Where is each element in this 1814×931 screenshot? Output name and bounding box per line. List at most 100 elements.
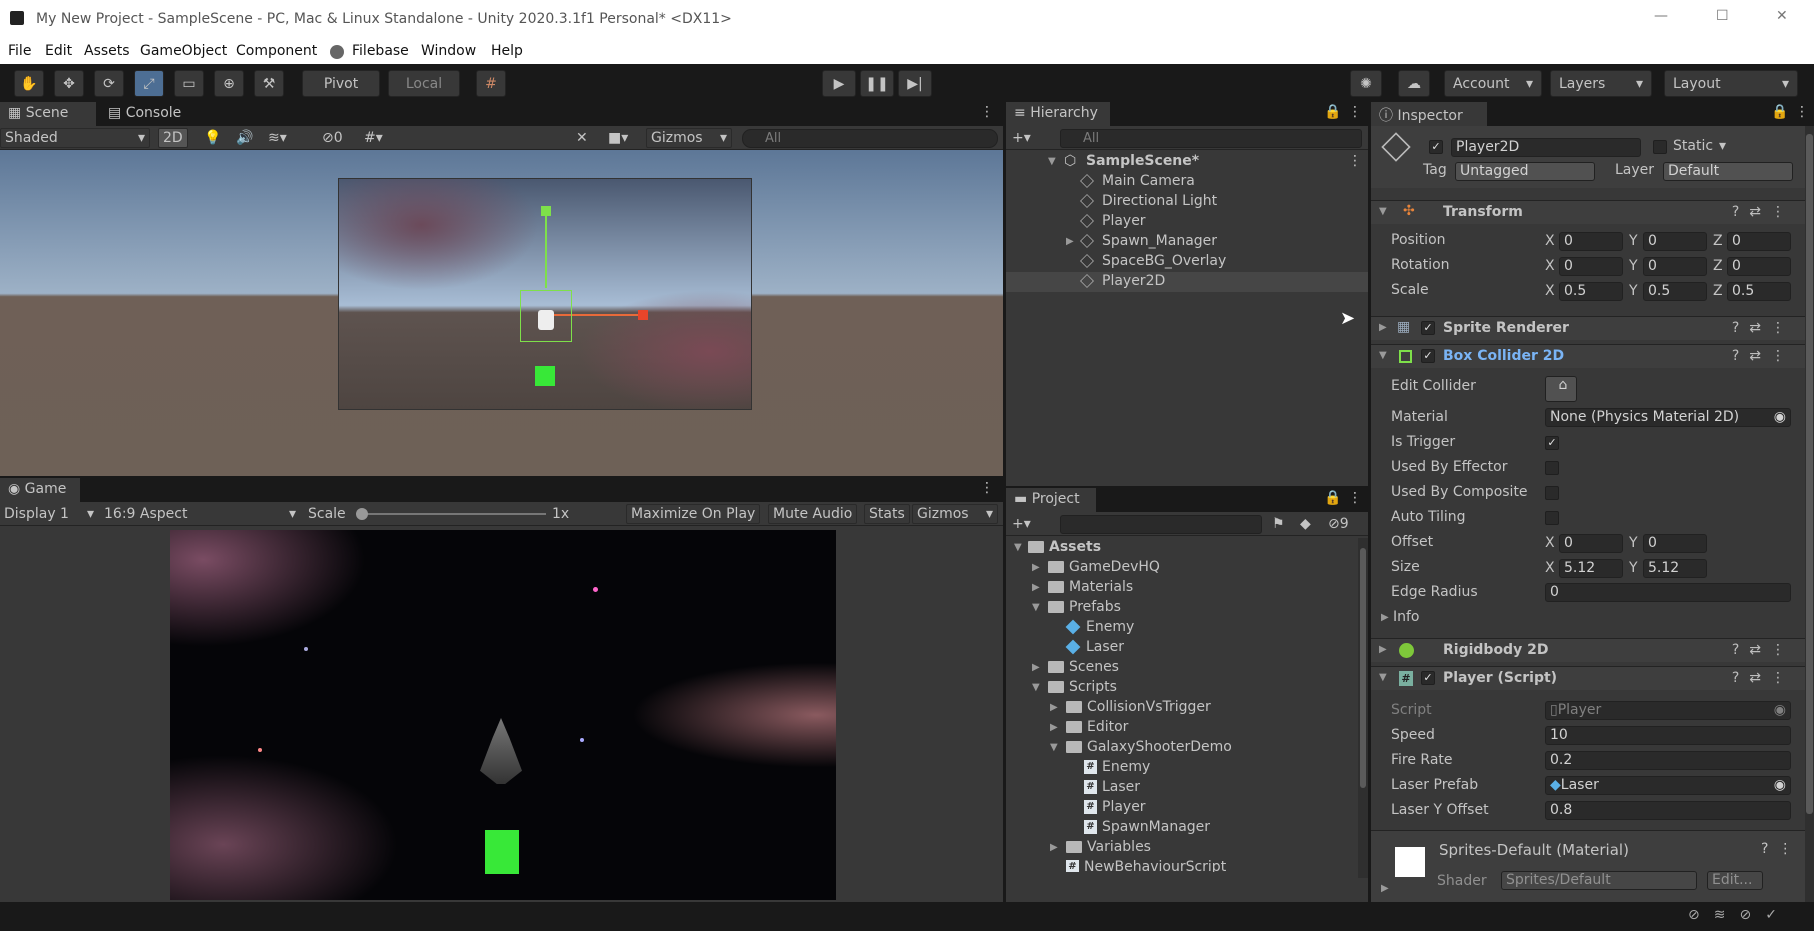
gizmos-dropdown[interactable]: Gizmos ▾ xyxy=(646,128,732,148)
player-script-enabled-checkbox[interactable]: ✓ xyxy=(1421,671,1435,685)
expand-arrow-icon[interactable]: ▶ xyxy=(1032,562,1040,573)
add-button[interactable]: +▾ xyxy=(1008,128,1035,148)
grid-snap-icon[interactable]: # xyxy=(476,70,506,97)
box-collider-enabled-checkbox[interactable]: ✓ xyxy=(1421,349,1435,363)
expand-arrow-icon[interactable]: ▶ xyxy=(1379,644,1387,655)
account-dropdown[interactable]: Account ▾ xyxy=(1444,70,1542,97)
scene-root-row[interactable]: ▼ ⬡ SampleScene* ⋮ xyxy=(1006,152,1368,172)
material-actions-icon[interactable]: ?⋮ xyxy=(1761,841,1802,857)
project-item[interactable]: # NewBehaviourScript xyxy=(1006,858,1358,872)
menu-filebase[interactable]: Filebase xyxy=(352,43,409,59)
offset-x-field[interactable]: 0 xyxy=(1559,534,1623,553)
laser-prefab-field[interactable]: ◆Laser ◉ xyxy=(1545,776,1791,795)
expand-arrow-icon[interactable]: ▶ xyxy=(1379,322,1387,333)
project-search-input[interactable] xyxy=(1060,515,1262,534)
hierarchy-search-input[interactable]: All xyxy=(1060,129,1362,148)
expand-arrow-icon[interactable]: ▼ xyxy=(1032,602,1040,613)
edge-radius-field[interactable]: 0 xyxy=(1545,583,1791,602)
project-item[interactable]: ▼ Scripts xyxy=(1006,678,1358,698)
mute-audio-toggle[interactable]: Mute Audio xyxy=(768,504,858,524)
component-actions-icon[interactable]: ?⇄⋮ xyxy=(1732,670,1795,686)
2d-toggle[interactable]: 2D xyxy=(158,128,188,148)
lighting-icon[interactable]: 💡 xyxy=(200,128,226,148)
project-item[interactable]: # Laser xyxy=(1006,778,1358,798)
is-trigger-checkbox[interactable]: ✓ xyxy=(1545,436,1559,450)
audio-icon[interactable]: 🔊 xyxy=(232,128,258,148)
play-button[interactable]: ▶ xyxy=(822,70,856,97)
more-options-icon[interactable]: ⋮ xyxy=(980,104,994,120)
effects-icon[interactable]: ≋▾ xyxy=(264,128,291,148)
project-item[interactable]: ▶ Materials xyxy=(1006,578,1358,598)
menu-component[interactable]: Component xyxy=(236,43,317,59)
layout-dropdown[interactable]: Layout ▾ xyxy=(1664,70,1798,97)
sprite-renderer-enabled-checkbox[interactable]: ✓ xyxy=(1421,321,1435,335)
rotation-z-field[interactable]: 0 xyxy=(1727,257,1791,276)
local-toggle[interactable]: Local xyxy=(388,70,460,97)
object-picker-icon[interactable]: ◉ xyxy=(1774,777,1786,794)
object-picker-icon[interactable]: ◉ xyxy=(1774,409,1786,426)
game-viewport[interactable] xyxy=(0,526,1003,902)
display-dropdown[interactable]: Display 1 ▾ xyxy=(0,504,98,524)
project-item[interactable]: ▶ Variables xyxy=(1006,838,1358,858)
info-row[interactable]: ▶ Info xyxy=(1371,607,1750,629)
tab-project[interactable]: ▬ Project xyxy=(1006,488,1096,512)
expand-arrow-icon[interactable]: ▼ xyxy=(1032,682,1040,693)
maximize-on-play-toggle[interactable]: Maximize On Play xyxy=(626,504,761,524)
scrollbar-thumb[interactable] xyxy=(1360,548,1366,788)
expand-arrow-icon[interactable]: ▶ xyxy=(1032,662,1040,673)
hierarchy-item-selected[interactable]: Player2D xyxy=(1006,272,1368,292)
lock-icon[interactable]: 🔒 xyxy=(1324,104,1341,120)
expand-arrow-icon[interactable]: ▶ xyxy=(1032,582,1040,593)
edit-shader-button[interactable]: Edit... xyxy=(1707,871,1763,890)
stats-toggle[interactable]: Stats xyxy=(864,504,910,524)
collab-icon[interactable]: ✺ xyxy=(1350,70,1382,97)
sprite-renderer-header[interactable]: ▶ ▦ ✓ Sprite Renderer ?⇄⋮ xyxy=(1371,316,1805,340)
hidden-objects-icon[interactable]: ⊘ 0 xyxy=(318,128,347,148)
scale-z-field[interactable]: 0.5 xyxy=(1727,282,1791,301)
hidden-packages-icon[interactable]: ⊘ 9 xyxy=(1324,514,1353,534)
expand-arrow-icon[interactable]: ▶ xyxy=(1381,612,1389,623)
menu-help[interactable]: Help xyxy=(491,43,523,59)
transform-header[interactable]: ▼ ✣ Transform ?⇄⋮ xyxy=(1371,200,1805,224)
aspect-dropdown[interactable]: 16:9 Aspect ▾ xyxy=(100,504,300,524)
project-item[interactable]: # Enemy xyxy=(1006,758,1358,778)
filter-by-type-icon[interactable]: ⚑ xyxy=(1268,514,1289,534)
hierarchy-item[interactable]: Main Camera xyxy=(1006,172,1368,192)
project-item[interactable]: ▼ Prefabs xyxy=(1006,598,1358,618)
size-y-field[interactable]: 5.12 xyxy=(1643,559,1707,578)
expand-arrow-icon[interactable]: ▼ xyxy=(1379,350,1387,361)
more-options-icon[interactable]: ⋮ xyxy=(1348,490,1362,506)
maximize-button[interactable]: ☐ xyxy=(1716,8,1729,24)
box-collider-header[interactable]: ▼ ✓ Box Collider 2D ?⇄⋮ xyxy=(1371,344,1805,368)
shader-dropdown[interactable]: Sprites/Default xyxy=(1501,871,1697,890)
project-item[interactable]: # SpawnManager xyxy=(1006,818,1358,838)
more-options-icon[interactable]: ⋮ xyxy=(1348,153,1362,169)
lock-icon[interactable]: 🔒 xyxy=(1324,490,1341,506)
material-field[interactable]: None (Physics Material 2D) ◉ xyxy=(1545,408,1791,427)
minimize-button[interactable]: — xyxy=(1654,8,1668,24)
transform-tool-icon[interactable]: ⊕ xyxy=(214,70,244,97)
expand-arrow-icon[interactable]: ▶ xyxy=(1066,236,1074,247)
tab-game[interactable]: ◉ Game xyxy=(0,478,80,502)
component-actions-icon[interactable]: ?⇄⋮ xyxy=(1732,320,1795,336)
auto-tiling-checkbox[interactable] xyxy=(1545,511,1559,525)
project-item[interactable]: ▶ CollisionVsTrigger xyxy=(1006,698,1358,718)
expand-arrow-icon[interactable]: ▼ xyxy=(1048,156,1056,167)
rotation-x-field[interactable]: 0 xyxy=(1559,257,1623,276)
menu-assets[interactable]: Assets xyxy=(84,43,130,59)
close-button[interactable]: ✕ xyxy=(1776,8,1788,24)
speed-field[interactable]: 10 xyxy=(1545,726,1791,745)
grid-icon[interactable]: #▾ xyxy=(360,128,387,148)
tab-scene[interactable]: ▦ Scene xyxy=(0,102,96,126)
project-root-row[interactable]: ▼ Assets xyxy=(1006,538,1358,558)
hierarchy-item[interactable]: ▶ Spawn_Manager xyxy=(1006,232,1368,252)
tools-icon[interactable]: ✕ xyxy=(572,128,592,148)
tab-console[interactable]: ▤ Console xyxy=(100,102,200,126)
scale-slider[interactable] xyxy=(360,513,546,515)
y-axis-handle[interactable] xyxy=(545,210,547,288)
cloud-icon[interactable]: ☁ xyxy=(1398,70,1430,97)
used-by-effector-checkbox[interactable] xyxy=(1545,461,1559,475)
more-options-icon[interactable]: ⋮ xyxy=(1348,104,1362,120)
x-axis-cap-icon[interactable] xyxy=(638,310,648,320)
project-item[interactable]: ▼ GalaxyShooterDemo xyxy=(1006,738,1358,758)
